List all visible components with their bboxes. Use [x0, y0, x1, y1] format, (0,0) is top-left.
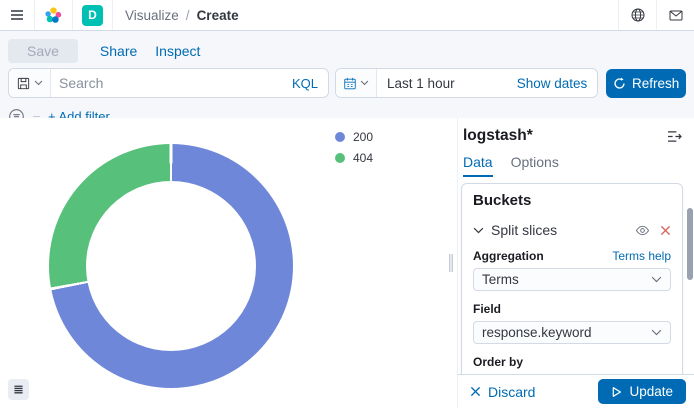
hamburger-icon — [9, 7, 25, 23]
eye-icon — [635, 224, 650, 237]
refresh-button[interactable]: Refresh — [606, 69, 686, 98]
field-value: response.keyword — [482, 325, 592, 340]
toggle-visibility-button[interactable] — [635, 224, 650, 237]
breadcrumb-visualize[interactable]: Visualize — [125, 8, 179, 23]
query-bar: KQL — [8, 68, 329, 98]
quick-select-menu-button[interactable] — [336, 69, 377, 97]
save-query-icon — [16, 76, 31, 91]
inspect-button[interactable]: Inspect — [155, 43, 200, 59]
index-pattern-title: logstash* — [463, 127, 533, 145]
legend-label: 404 — [353, 151, 373, 165]
date-picker: Last 1 hour Show dates — [335, 68, 598, 98]
menu-button[interactable] — [0, 0, 35, 30]
query-language-button[interactable]: KQL — [292, 76, 328, 91]
tab-data[interactable]: Data — [463, 154, 493, 177]
field-select[interactable]: response.keyword — [473, 321, 671, 344]
chevron-down-icon — [473, 227, 484, 234]
editor-footer: Discard Update — [458, 374, 694, 408]
toolbar-band: Save Share Inspect KQL — [0, 31, 694, 118]
aggregation-value: Terms — [482, 272, 519, 287]
help-menu-button[interactable] — [618, 0, 656, 30]
chevron-down-icon — [34, 80, 43, 86]
chevron-down-icon — [651, 276, 662, 283]
menu-right-icon — [667, 130, 682, 143]
split-slices-label: Split slices — [491, 222, 557, 238]
search-input[interactable] — [51, 75, 292, 91]
time-range-value[interactable]: Last 1 hour — [377, 76, 517, 91]
remove-bucket-button[interactable] — [660, 225, 671, 236]
breadcrumb-create: Create — [197, 8, 239, 23]
breadcrumb: Visualize / Create — [113, 8, 618, 23]
update-label: Update — [629, 384, 673, 399]
save-button[interactable]: Save — [8, 39, 78, 63]
legend-dot — [335, 153, 345, 163]
refresh-icon — [613, 77, 626, 90]
grab-handle-icon — [449, 254, 453, 272]
aggregation-select[interactable]: Terms — [473, 268, 671, 291]
close-icon — [470, 386, 481, 397]
calendar-icon — [343, 76, 357, 91]
legend-item-404[interactable]: 404 — [335, 151, 373, 165]
discard-button[interactable]: Discard — [470, 384, 535, 400]
chevron-down-icon — [651, 329, 662, 336]
collapse-panel-button[interactable] — [665, 128, 684, 145]
newsfeed-button[interactable] — [656, 0, 694, 30]
editor-tabs: Data Options — [458, 145, 694, 177]
panel-resize-handle[interactable] — [444, 118, 457, 408]
legend-toggle-button[interactable] — [8, 379, 29, 400]
order-by-label: Order by — [473, 355, 523, 369]
split-slices-accordion[interactable]: Split slices — [473, 222, 671, 238]
show-dates-button[interactable]: Show dates — [517, 76, 598, 91]
breadcrumb-separator: / — [186, 8, 190, 23]
terms-help-link[interactable]: Terms help — [612, 249, 671, 263]
field-label: Field — [473, 302, 501, 316]
visualization-area: 200 404 — [0, 118, 444, 408]
legend-item-200[interactable]: 200 — [335, 130, 373, 144]
share-button[interactable]: Share — [100, 43, 137, 59]
envelope-icon — [668, 7, 684, 23]
space-selector[interactable]: D — [73, 0, 113, 30]
donut-chart[interactable] — [49, 144, 293, 388]
top-chrome-bar: D Visualize / Create — [0, 0, 694, 31]
saved-query-menu-button[interactable] — [9, 69, 51, 97]
elastic-logo[interactable] — [35, 0, 73, 30]
panel-scrollbar[interactable] — [687, 208, 693, 280]
filter-bar-divider — [33, 116, 40, 117]
update-button[interactable]: Update — [598, 379, 686, 404]
play-icon — [611, 386, 622, 398]
legend-label: 200 — [353, 130, 373, 144]
legend-dot — [335, 132, 345, 142]
refresh-label: Refresh — [632, 76, 679, 91]
list-icon — [12, 383, 25, 396]
close-icon — [660, 225, 671, 236]
chevron-down-icon — [360, 80, 369, 86]
tab-options[interactable]: Options — [511, 154, 559, 177]
globe-icon — [630, 7, 646, 23]
elastic-logo-icon — [44, 6, 63, 25]
visualization-editor-panel: logstash* Data Options Buckets Split sli… — [457, 118, 694, 408]
chart-legend: 200 404 — [335, 130, 373, 172]
discard-label: Discard — [488, 384, 535, 400]
field-field-group: Field response.keyword — [473, 302, 671, 344]
buckets-title: Buckets — [473, 192, 671, 209]
space-badge: D — [82, 5, 103, 26]
aggregation-label: Aggregation — [473, 249, 544, 263]
aggregation-field-group: Aggregation Terms help Terms — [473, 249, 671, 291]
